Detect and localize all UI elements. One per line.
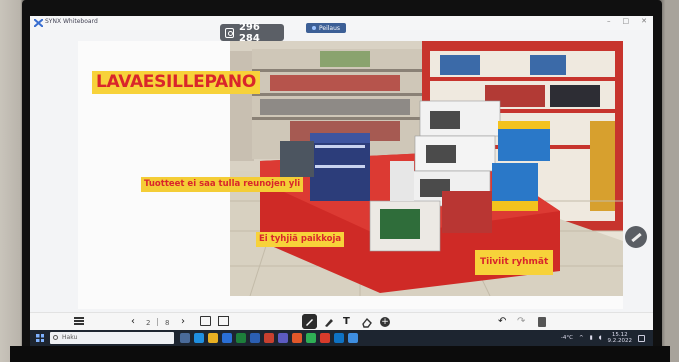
mirroring-indicator[interactable]: Peilaus — [306, 23, 347, 33]
previous-page-button[interactable]: ‹ — [131, 316, 135, 328]
outlook-icon[interactable] — [334, 333, 344, 343]
total-pages: 8 — [165, 319, 170, 327]
edge-icon[interactable] — [194, 333, 204, 343]
system-tray: -4°C ^ ▮ ◖ 15.12 9.2.2022 — [561, 332, 645, 344]
add-icon[interactable]: + — [380, 317, 390, 327]
clock-date: 9.2.2022 — [607, 338, 633, 344]
pen-icon[interactable] — [302, 314, 317, 329]
task-view-icon[interactable] — [180, 333, 190, 343]
whiteboard-slide: LAVAESILLEPANO Tuotteet ei saa tulla reu… — [78, 41, 623, 309]
word-icon[interactable] — [250, 333, 260, 343]
windows-start-icon[interactable] — [36, 334, 44, 342]
search-placeholder: Haku — [62, 334, 78, 341]
floating-pen-button[interactable] — [625, 226, 647, 248]
page-separator: | — [156, 317, 159, 326]
note-tight-groups-label: Tiiviit ryhmät — [475, 250, 554, 275]
office-icon[interactable] — [292, 333, 302, 343]
export-icon[interactable] — [200, 316, 211, 326]
close-button[interactable]: ✕ — [641, 17, 647, 25]
menu-icon[interactable] — [74, 317, 84, 325]
monitor-screen: SYNX Whiteboard – □ ✕ 296 284 Peilaus LA… — [30, 16, 653, 346]
whiteboard-toolbar: ‹ 2 | 8 › T + ↶ ↷ — [30, 312, 653, 330]
chrome-icon[interactable] — [306, 333, 316, 343]
teams-icon[interactable] — [278, 333, 288, 343]
app-icon[interactable] — [320, 333, 330, 343]
clock[interactable]: 15.12 9.2.2022 — [608, 332, 633, 344]
maximize-button[interactable]: □ — [623, 17, 630, 25]
mirroring-label: Peilaus — [319, 24, 341, 32]
window-controls: – □ ✕ — [607, 17, 647, 25]
app-logo-icon — [34, 19, 43, 27]
search-icon — [53, 335, 58, 340]
cast-icon — [312, 26, 316, 30]
notification-icon[interactable] — [638, 334, 645, 342]
taskbar-apps — [180, 333, 358, 343]
redo-icon[interactable]: ↷ — [517, 316, 525, 328]
volume-icon[interactable]: ◖ — [599, 335, 602, 341]
undo-icon[interactable]: ↶ — [498, 316, 506, 328]
note-edges-label: Tuotteet ei saa tulla reunojen yli — [141, 177, 304, 192]
photo-background: SYNX Whiteboard – □ ✕ 296 284 Peilaus LA… — [0, 0, 679, 362]
marker-icon[interactable] — [323, 316, 335, 328]
chevron-up-icon[interactable]: ^ — [579, 335, 584, 341]
windows-taskbar: Haku -4°C ^ ▮ ◖ 15.12 9.2.2022 — [30, 330, 653, 346]
eraser-icon[interactable] — [361, 316, 373, 328]
monitor-bottom-bezel — [10, 346, 670, 362]
trash-icon[interactable] — [538, 317, 546, 327]
text-icon[interactable]: T — [343, 316, 350, 328]
window-title: SYNX Whiteboard — [45, 18, 98, 25]
id-card-icon — [225, 27, 234, 38]
whiteboard-app-icon[interactable] — [348, 333, 358, 343]
network-icon[interactable]: ▮ — [590, 335, 593, 341]
note-empty-spaces-label: Ei tyhjiä paikkoja — [256, 232, 345, 247]
excel-icon[interactable] — [236, 333, 246, 343]
weather-widget[interactable]: -4°C — [561, 335, 573, 341]
taskbar-search-input[interactable]: Haku — [50, 332, 174, 344]
pages-icon[interactable] — [218, 316, 229, 326]
powerpoint-icon[interactable] — [264, 333, 274, 343]
current-page-number: 2 — [146, 319, 151, 327]
file-explorer-icon[interactable] — [208, 333, 218, 343]
next-page-button[interactable]: › — [181, 316, 185, 328]
mail-icon[interactable] — [222, 333, 232, 343]
store-display-photo — [230, 41, 623, 296]
minimize-button[interactable]: – — [607, 17, 611, 25]
slide-title: LAVAESILLEPANO — [92, 71, 260, 94]
session-code-badge[interactable]: 296 284 — [220, 22, 284, 44]
